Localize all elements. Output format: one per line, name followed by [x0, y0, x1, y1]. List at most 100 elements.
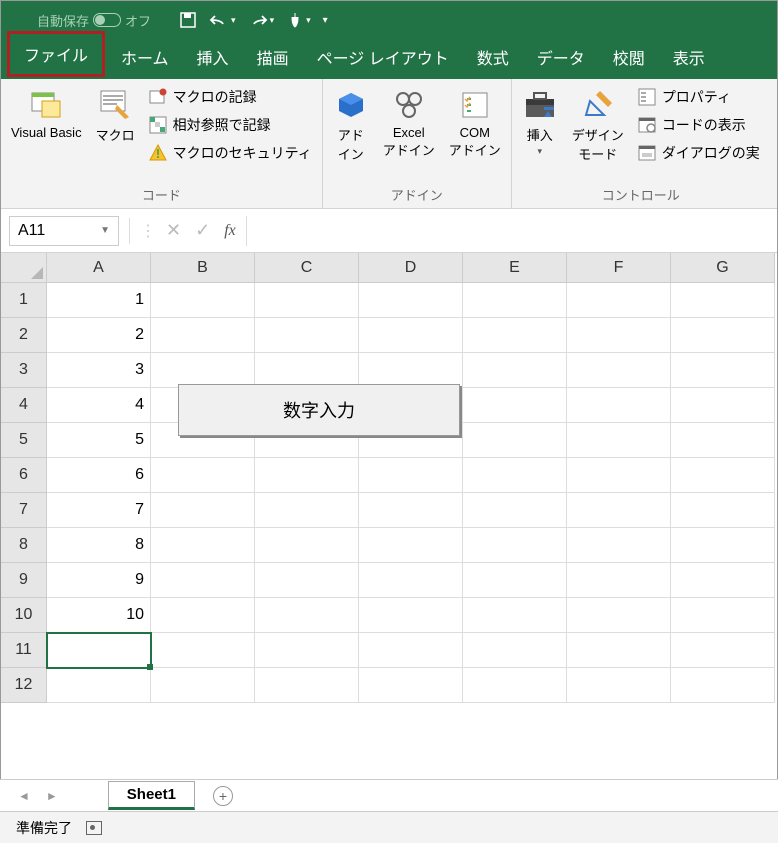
- column-header[interactable]: B: [151, 253, 255, 283]
- cell[interactable]: [567, 633, 671, 668]
- sheet-nav-prev[interactable]: ◄: [14, 789, 34, 803]
- design-mode-button[interactable]: デザイン モード: [568, 83, 628, 163]
- properties-button[interactable]: プロパティ: [634, 85, 764, 109]
- redo-button[interactable]: ▾: [248, 12, 275, 28]
- tab-data[interactable]: データ: [523, 35, 599, 79]
- cell[interactable]: [359, 563, 463, 598]
- undo-button[interactable]: ▾: [209, 12, 236, 28]
- cell[interactable]: [463, 318, 567, 353]
- row-header[interactable]: 9: [1, 563, 47, 598]
- cell[interactable]: [151, 633, 255, 668]
- cell[interactable]: [359, 598, 463, 633]
- cell[interactable]: [255, 528, 359, 563]
- cell[interactable]: [463, 423, 567, 458]
- cell[interactable]: [151, 318, 255, 353]
- cell[interactable]: [255, 283, 359, 318]
- macro-security-button[interactable]: マクロのセキュリティ: [145, 141, 316, 165]
- tab-file[interactable]: ファイル: [7, 31, 105, 77]
- column-header[interactable]: D: [359, 253, 463, 283]
- column-header[interactable]: A: [47, 253, 151, 283]
- macro-recording-icon[interactable]: [86, 821, 102, 835]
- tab-view[interactable]: 表示: [659, 35, 719, 79]
- cell[interactable]: 7: [47, 493, 151, 528]
- cell[interactable]: [671, 563, 775, 598]
- cell[interactable]: [463, 633, 567, 668]
- cell[interactable]: 8: [47, 528, 151, 563]
- tab-review[interactable]: 校閲: [599, 35, 659, 79]
- cell[interactable]: 9: [47, 563, 151, 598]
- relative-reference-button[interactable]: 相対参照で記録: [145, 113, 316, 137]
- cell[interactable]: [671, 493, 775, 528]
- row-header[interactable]: 8: [1, 528, 47, 563]
- cell[interactable]: [671, 633, 775, 668]
- save-button[interactable]: [179, 11, 197, 29]
- view-code-button[interactable]: コードの表示: [634, 113, 764, 137]
- cell[interactable]: [567, 283, 671, 318]
- cell[interactable]: [671, 318, 775, 353]
- macros-button[interactable]: マクロ: [92, 83, 139, 144]
- excel-addins-button[interactable]: Excel アドイン: [379, 83, 439, 159]
- fx-button[interactable]: fx: [224, 222, 236, 240]
- cell[interactable]: [567, 528, 671, 563]
- cell[interactable]: [359, 668, 463, 703]
- cell[interactable]: [255, 598, 359, 633]
- row-header[interactable]: 5: [1, 423, 47, 458]
- cell[interactable]: [47, 668, 151, 703]
- cell[interactable]: [255, 353, 359, 388]
- row-header[interactable]: 10: [1, 598, 47, 633]
- enter-button[interactable]: ✓: [195, 220, 210, 241]
- touch-mode-button[interactable]: ▾: [286, 11, 311, 29]
- select-all-corner[interactable]: [1, 253, 47, 283]
- cell[interactable]: [151, 353, 255, 388]
- cell[interactable]: 6: [47, 458, 151, 493]
- sheet-tab-active[interactable]: Sheet1: [108, 781, 195, 810]
- cell[interactable]: [151, 493, 255, 528]
- cell[interactable]: [671, 668, 775, 703]
- cell[interactable]: [671, 423, 775, 458]
- tab-formulas[interactable]: 数式: [463, 35, 523, 79]
- form-button-numeric-input[interactable]: 数字入力: [178, 384, 460, 436]
- cell[interactable]: [567, 458, 671, 493]
- addins-button[interactable]: アド イン: [329, 83, 373, 163]
- cancel-button[interactable]: ✕: [166, 220, 181, 241]
- row-header[interactable]: 12: [1, 668, 47, 703]
- cell[interactable]: [47, 633, 151, 668]
- cell[interactable]: [463, 353, 567, 388]
- column-header[interactable]: C: [255, 253, 359, 283]
- cell[interactable]: [671, 528, 775, 563]
- row-header[interactable]: 4: [1, 388, 47, 423]
- tab-insert[interactable]: 挿入: [183, 35, 243, 79]
- cell[interactable]: [359, 633, 463, 668]
- cell[interactable]: [463, 668, 567, 703]
- cell[interactable]: [255, 458, 359, 493]
- row-header[interactable]: 6: [1, 458, 47, 493]
- cell[interactable]: [567, 388, 671, 423]
- cell[interactable]: [567, 493, 671, 528]
- tab-home[interactable]: ホーム: [107, 35, 183, 79]
- cell[interactable]: [151, 598, 255, 633]
- cell[interactable]: [671, 353, 775, 388]
- row-header[interactable]: 2: [1, 318, 47, 353]
- row-header[interactable]: 11: [1, 633, 47, 668]
- cell[interactable]: 1: [47, 283, 151, 318]
- column-header[interactable]: G: [671, 253, 775, 283]
- tab-draw[interactable]: 描画: [243, 35, 303, 79]
- com-addins-button[interactable]: COM アドイン: [445, 83, 505, 159]
- cell[interactable]: [151, 668, 255, 703]
- autosave-toggle[interactable]: 自動保存 オフ: [37, 11, 151, 30]
- cell[interactable]: [671, 598, 775, 633]
- cell[interactable]: [255, 493, 359, 528]
- visual-basic-button[interactable]: Visual Basic: [7, 83, 86, 140]
- cell[interactable]: [255, 563, 359, 598]
- cell[interactable]: [151, 563, 255, 598]
- cell[interactable]: [359, 493, 463, 528]
- cell[interactable]: [567, 318, 671, 353]
- cell[interactable]: [671, 388, 775, 423]
- cell[interactable]: [151, 528, 255, 563]
- cell[interactable]: 3: [47, 353, 151, 388]
- cell[interactable]: 5: [47, 423, 151, 458]
- tab-pagelayout[interactable]: ページ レイアウト: [303, 35, 463, 79]
- row-header[interactable]: 7: [1, 493, 47, 528]
- cell[interactable]: [671, 458, 775, 493]
- cell[interactable]: [255, 668, 359, 703]
